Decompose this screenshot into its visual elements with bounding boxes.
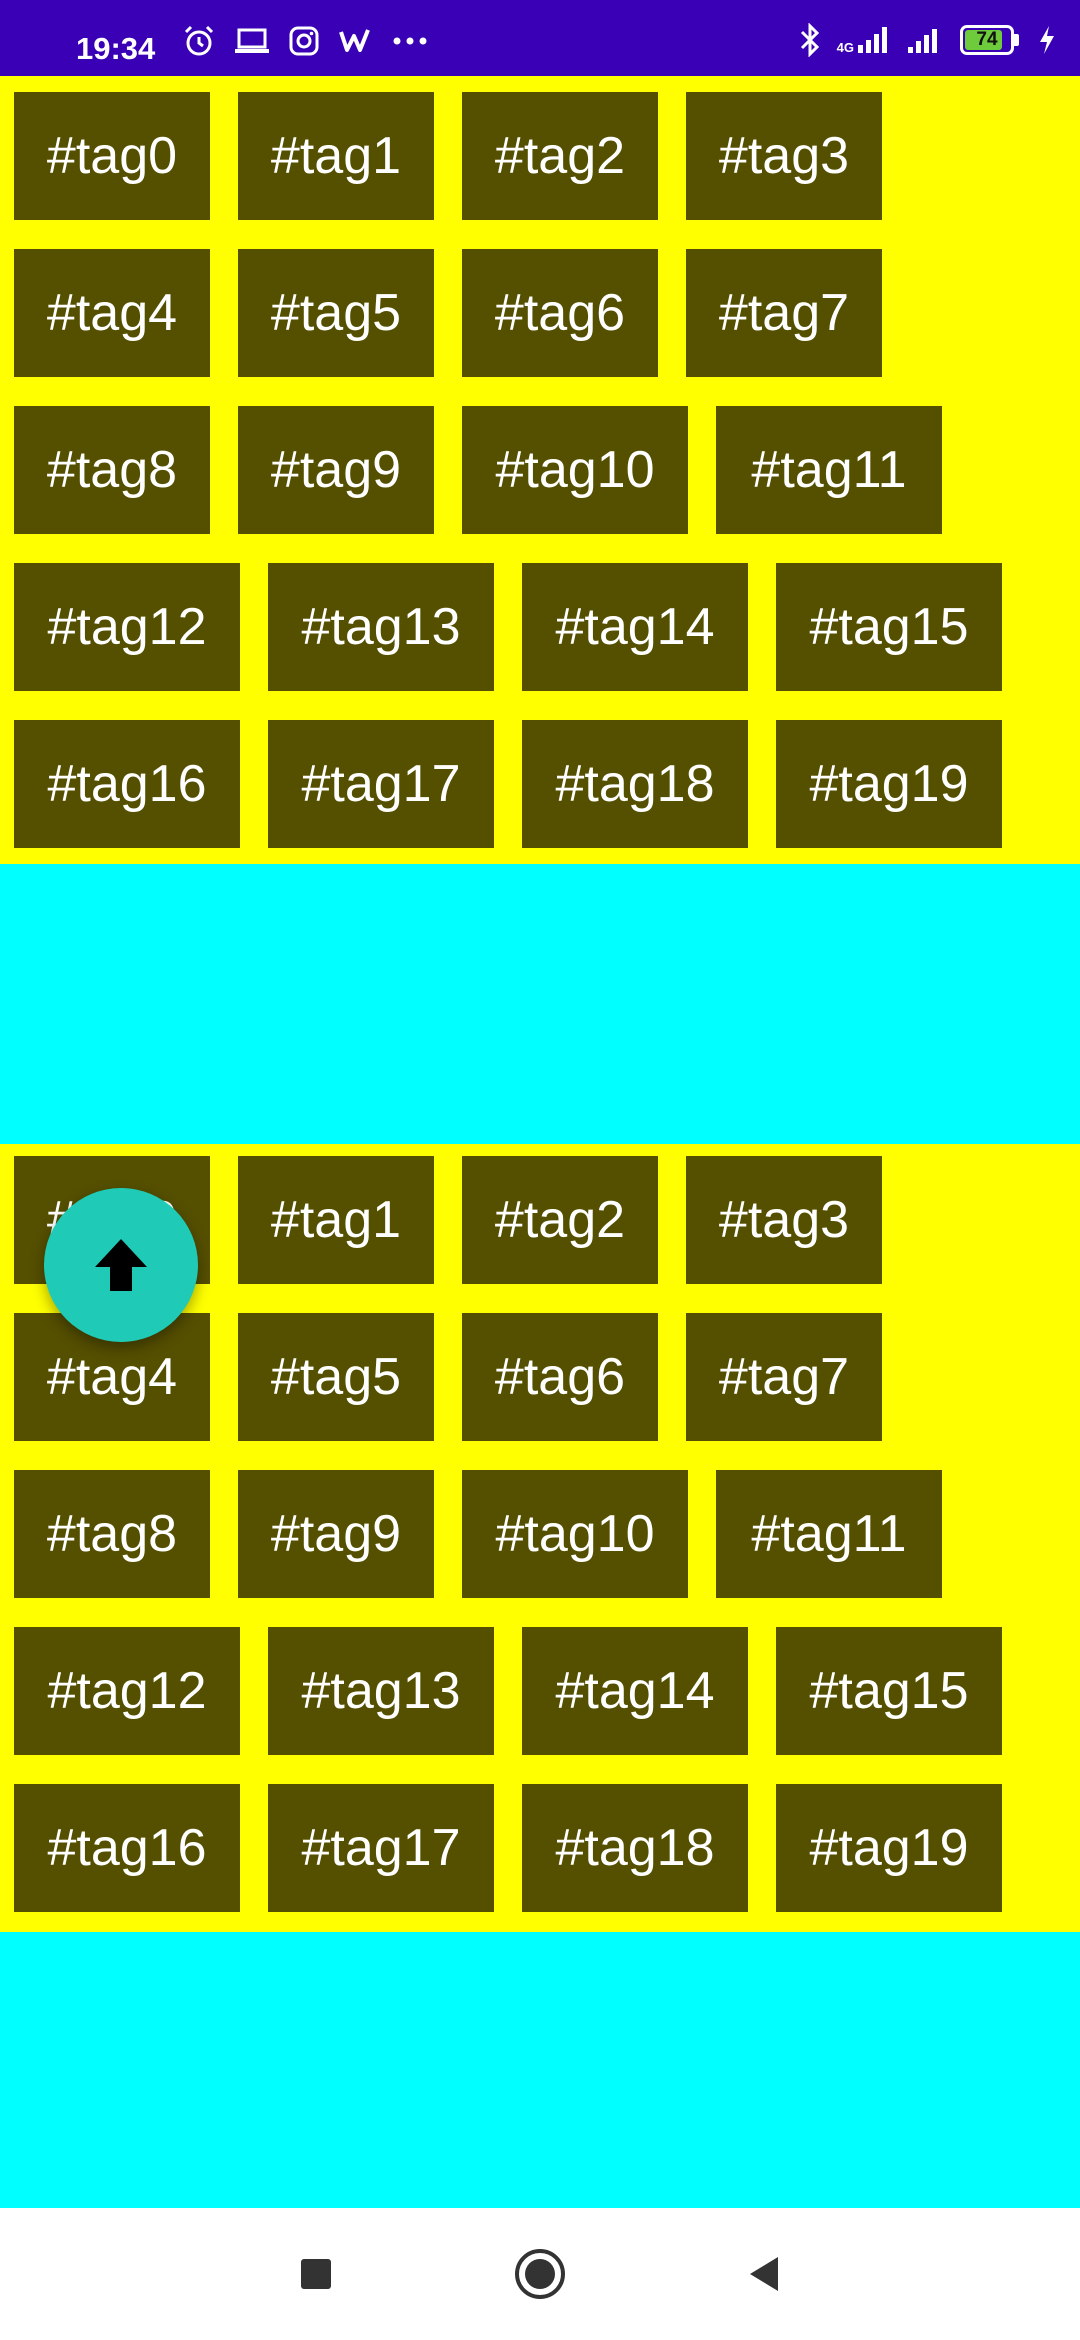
laptop-icon — [235, 28, 269, 53]
arrow-up-icon — [95, 1239, 147, 1291]
battery-icon: 74 — [960, 25, 1022, 55]
spacer-band-2 — [0, 1932, 1080, 2208]
tag-chip[interactable]: #tag5 — [238, 1313, 434, 1441]
tag-chip[interactable]: #tag14 — [522, 563, 748, 691]
tag-chip[interactable]: #tag18 — [522, 720, 748, 848]
tag-chip[interactable]: #tag16 — [14, 720, 240, 848]
home-button[interactable] — [510, 2244, 570, 2304]
tag-chip[interactable]: #tag18 — [522, 1784, 748, 1912]
tag-chip[interactable]: #tag5 — [238, 249, 434, 377]
tag-chip[interactable]: #tag12 — [14, 1627, 240, 1755]
tag-chip[interactable]: #tag6 — [462, 249, 658, 377]
instagram-icon — [289, 26, 319, 56]
home-circle-icon — [515, 2249, 565, 2299]
more-icon — [393, 37, 427, 45]
tag-chip[interactable]: #tag10 — [462, 1470, 688, 1598]
tag-chip[interactable]: #tag9 — [238, 1470, 434, 1598]
tag-chip[interactable]: #tag16 — [14, 1784, 240, 1912]
status-time: 19:34 — [76, 31, 156, 66]
tag-chip[interactable]: #tag3 — [686, 92, 882, 220]
back-triangle-icon — [750, 2257, 778, 2291]
network-type-label: 4G — [836, 40, 854, 55]
alarm-icon — [184, 25, 214, 56]
tag-chip[interactable]: #tag14 — [522, 1627, 748, 1755]
signal-strength-icon-2 — [908, 29, 937, 53]
tag-chip[interactable]: #tag10 — [462, 406, 688, 534]
bluetooth-icon — [800, 23, 819, 57]
tag-chip[interactable]: #tag2 — [462, 1156, 658, 1284]
tag-chip[interactable]: #tag11 — [716, 406, 942, 534]
tag-chip[interactable]: #tag17 — [268, 720, 494, 848]
tag-chip[interactable]: #tag19 — [776, 720, 1002, 848]
tag-block-1: #tag0 #tag1 #tag2 #tag3 #tag4 #tag5 #tag… — [0, 76, 1080, 864]
tag-chip[interactable]: #tag13 — [268, 1627, 494, 1755]
tag-chip[interactable]: #tag15 — [776, 563, 1002, 691]
tag-chip[interactable]: #tag17 — [268, 1784, 494, 1912]
recents-button[interactable] — [286, 2244, 346, 2304]
charging-bolt-icon — [1040, 26, 1054, 54]
tag-chip[interactable]: #tag8 — [14, 406, 210, 534]
tag-chip[interactable]: #tag4 — [14, 249, 210, 377]
tag-chip[interactable]: #tag7 — [686, 1313, 882, 1441]
status-bar: 19:34 4G 74 — [0, 0, 1080, 76]
tag-chip[interactable]: #tag3 — [686, 1156, 882, 1284]
scroll-to-top-fab[interactable] — [44, 1188, 198, 1342]
tag-chip[interactable]: #tag6 — [462, 1313, 658, 1441]
tag-chip[interactable]: #tag13 — [268, 563, 494, 691]
w-app-icon — [339, 29, 370, 52]
recents-square-icon — [301, 2259, 331, 2289]
tag-chip[interactable]: #tag19 — [776, 1784, 1002, 1912]
status-left-icons — [182, 24, 428, 58]
spacer-band-1 — [0, 864, 1080, 1144]
tag-chip[interactable]: #tag2 — [462, 92, 658, 220]
tag-chip[interactable]: #tag11 — [716, 1470, 942, 1598]
tag-chip[interactable]: #tag1 — [238, 1156, 434, 1284]
tag-chip[interactable]: #tag12 — [14, 563, 240, 691]
status-right-icons: 4G 74 — [799, 22, 1056, 58]
tag-chip[interactable]: #tag9 — [238, 406, 434, 534]
tag-chip[interactable]: #tag0 — [14, 92, 210, 220]
tag-chip[interactable]: #tag7 — [686, 249, 882, 377]
battery-level: 74 — [976, 29, 998, 50]
tag-chip[interactable]: #tag1 — [238, 92, 434, 220]
tag-chip[interactable]: #tag15 — [776, 1627, 1002, 1755]
back-button[interactable] — [734, 2244, 794, 2304]
tag-chip[interactable]: #tag8 — [14, 1470, 210, 1598]
system-nav-bar — [0, 2208, 1080, 2340]
signal-strength-icon-1 — [858, 27, 887, 53]
